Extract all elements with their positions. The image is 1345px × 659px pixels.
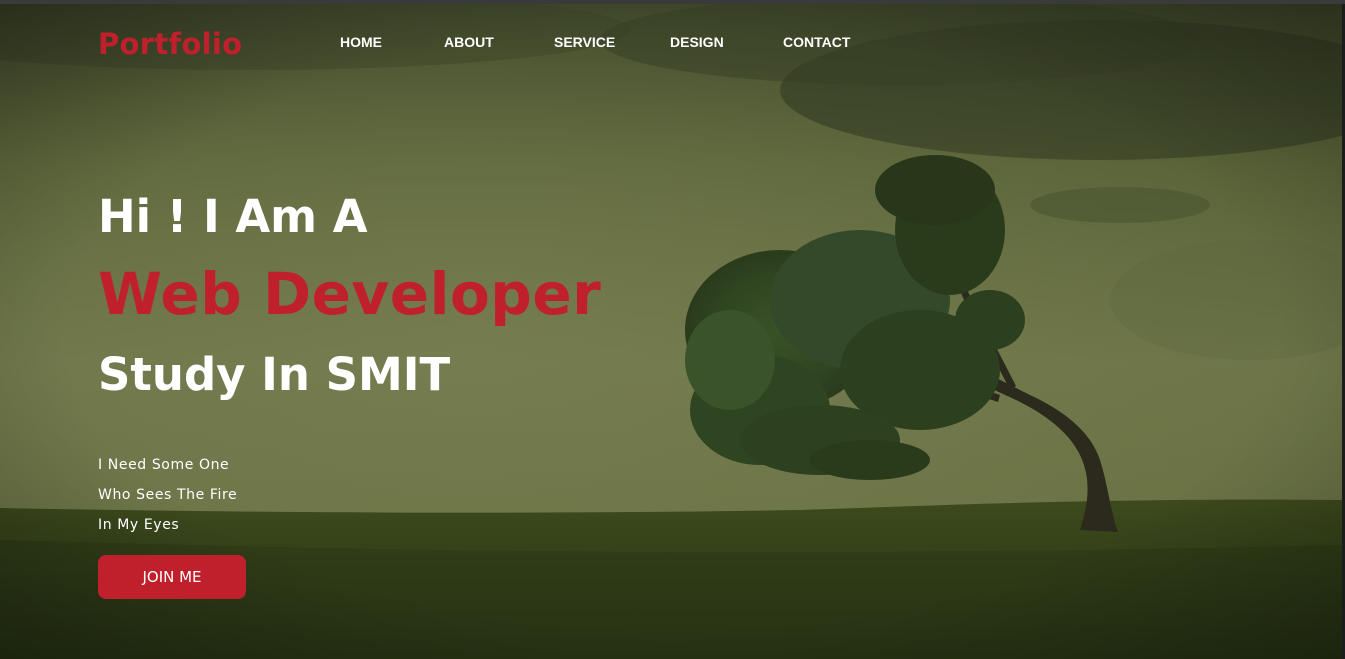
portfolio-page: Portfolio HOME ABOUT SERVICE DESIGN CONT…: [0, 0, 1345, 659]
nav-link-home[interactable]: HOME: [340, 34, 382, 50]
main-navbar: Portfolio HOME ABOUT SERVICE DESIGN CONT…: [0, 4, 1345, 80]
hero-study-line: Study In SMIT: [98, 348, 451, 401]
join-me-button[interactable]: JOIN ME: [98, 555, 246, 599]
hero-tagline: I Need Some One Who Sees The Fire In My …: [98, 454, 237, 544]
tagline-line: In My Eyes: [98, 517, 180, 533]
nav-link-design[interactable]: DESIGN: [670, 34, 724, 50]
site-logo[interactable]: Portfolio: [98, 27, 242, 61]
browser-top-edge: [0, 0, 1345, 4]
nav-link-service[interactable]: SERVICE: [554, 34, 615, 50]
hero-role-title: Web Developer: [98, 260, 602, 328]
tagline-line: I Need Some One: [98, 457, 230, 473]
nav-link-about[interactable]: ABOUT: [444, 34, 494, 50]
nav-link-contact[interactable]: CONTACT: [783, 34, 850, 50]
hero-greeting: Hi ! I Am A: [98, 190, 368, 243]
tagline-line: Who Sees The Fire: [98, 487, 238, 503]
